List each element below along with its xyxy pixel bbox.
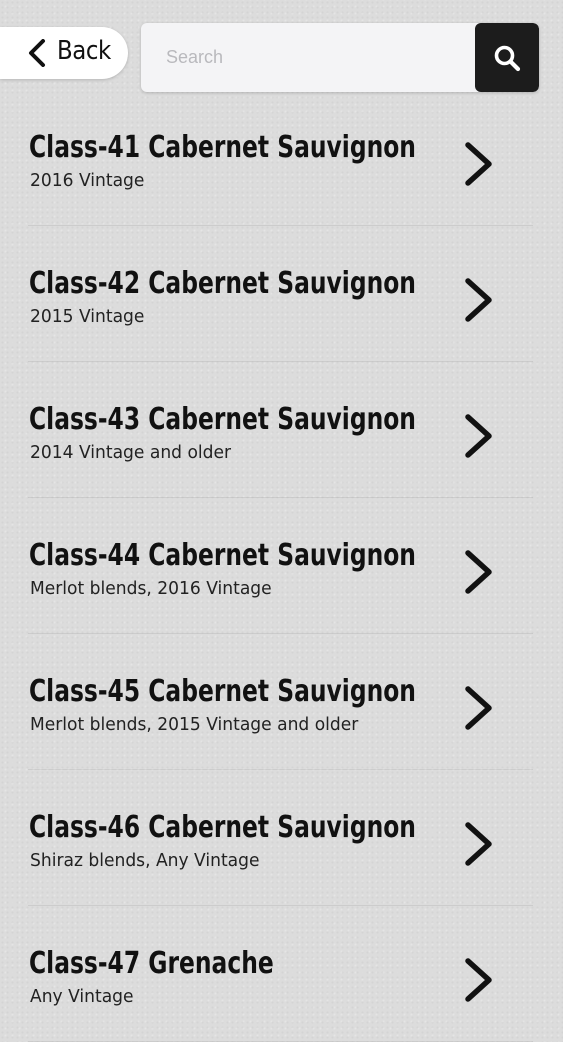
chevron-right-icon [465,686,492,730]
list-item[interactable]: Class-45 Cabernet Sauvignon Merlot blend… [0,634,563,770]
item-title: Class-44 Cabernet Sauvignon [29,538,416,573]
list-item[interactable]: Class-43 Cabernet Sauvignon 2014 Vintage… [0,362,563,498]
search-bar [141,23,539,92]
item-title: Class-43 Cabernet Sauvignon [29,402,416,437]
search-input[interactable] [141,23,473,92]
back-label: Back [57,36,111,66]
back-button[interactable]: Back [0,27,128,79]
item-title: Class-45 Cabernet Sauvignon [29,674,416,709]
item-subtitle: Any Vintage [30,986,134,1007]
item-subtitle: 2014 Vintage and older [30,442,232,463]
list-item[interactable]: Class-47 Grenache Any Vintage [0,906,563,1042]
list-item[interactable]: Class-44 Cabernet Sauvignon Merlot blend… [0,498,563,634]
chevron-right-icon [465,278,492,322]
list-item[interactable]: Class-42 Cabernet Sauvignon 2015 Vintage [0,226,563,362]
list-item[interactable]: Class-46 Cabernet Sauvignon Shiraz blend… [0,770,563,906]
item-title: Class-46 Cabernet Sauvignon [29,810,416,845]
chevron-right-icon [465,414,492,458]
search-icon [494,45,521,71]
search-button[interactable] [475,23,539,92]
item-subtitle: Merlot blends, 2016 Vintage [30,578,272,599]
item-title: Class-47 Grenache [29,946,274,981]
chevron-right-icon [465,142,492,186]
list-item[interactable]: Class-41 Cabernet Sauvignon 2016 Vintage [0,90,563,226]
chevron-right-icon [465,822,492,866]
chevron-right-icon [465,550,492,594]
item-subtitle: Shiraz blends, Any Vintage [30,850,260,871]
item-subtitle: 2016 Vintage [30,170,145,191]
item-title: Class-42 Cabernet Sauvignon [29,266,416,301]
chevron-right-icon [465,958,492,1002]
item-subtitle: Merlot blends, 2015 Vintage and older [30,714,359,735]
chevron-left-icon [29,39,45,67]
class-list: Class-41 Cabernet Sauvignon 2016 Vintage… [0,90,563,1042]
item-title: Class-41 Cabernet Sauvignon [29,130,416,165]
item-subtitle: 2015 Vintage [30,306,145,327]
